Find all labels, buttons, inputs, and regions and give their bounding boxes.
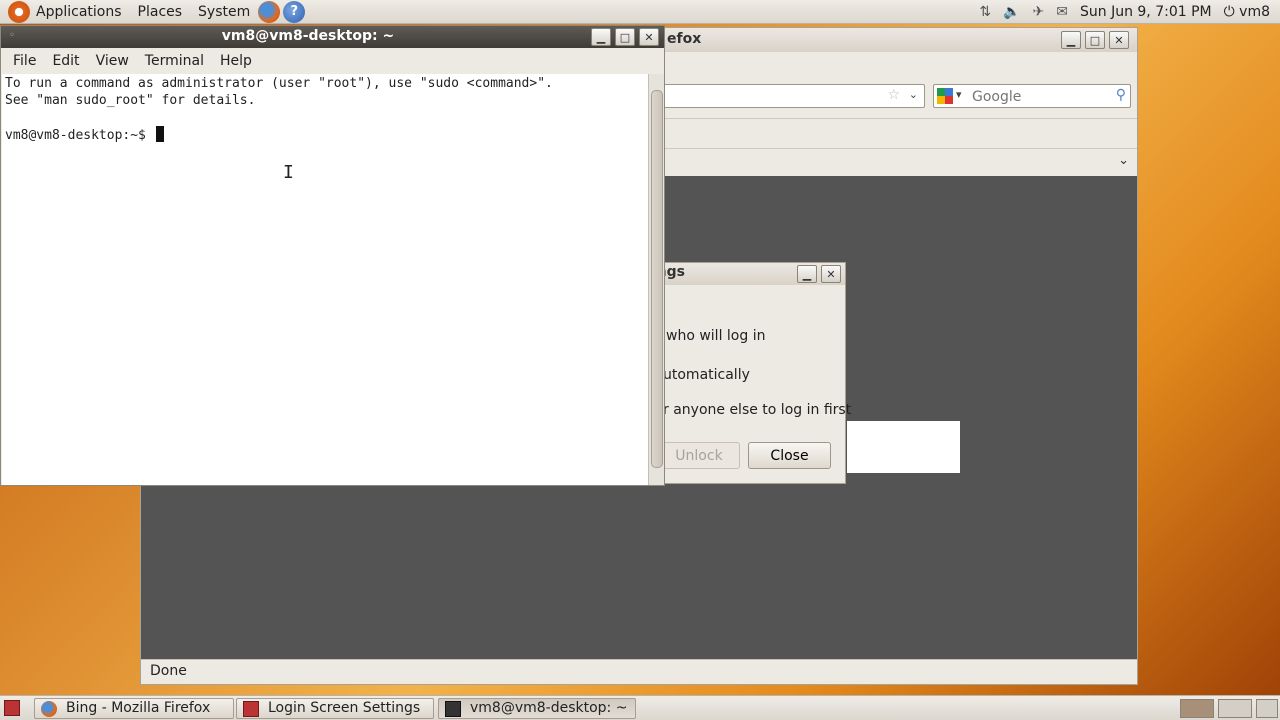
taskbar-item-label: Bing - Mozilla Firefox — [66, 700, 211, 716]
taskbar-item-terminal[interactable]: vm8@vm8-desktop: ~ — [438, 698, 636, 719]
terminal-line: To run a command as administrator (user … — [5, 76, 553, 91]
terminal-line: See "man sudo_root" for details. — [5, 93, 256, 108]
close-button[interactable]: ✕ — [639, 28, 659, 46]
terminal-prompt-line: vm8@vm8-desktop:~$ — [5, 126, 645, 144]
terminal-scrollbar[interactable] — [648, 74, 664, 485]
terminal-title: vm8@vm8-desktop: ~ — [221, 28, 395, 44]
dialog-option-wait[interactable]: r anyone else to log in first — [663, 402, 851, 418]
minimize-button[interactable]: ▁ — [1061, 31, 1081, 49]
taskbar-item-label: Login Screen Settings — [268, 700, 421, 716]
close-button[interactable]: ✕ — [821, 265, 841, 283]
bottom-panel: Bing - Mozilla Firefox Login Screen Sett… — [0, 695, 1280, 720]
workspace-3[interactable] — [1256, 699, 1278, 718]
system-tray: ⇅ 🔈 ✈ ✉ Sun Jun 9, 7:01 PM ⏻ vm8 — [979, 4, 1280, 20]
terminal-icon — [445, 701, 461, 717]
taskbar-item-login-settings[interactable]: Login Screen Settings — [236, 698, 434, 719]
network-icon[interactable]: ⇅ — [979, 4, 991, 20]
search-engine-icon[interactable] — [937, 88, 953, 104]
dialog-window-controls: ▁ ✕ — [797, 265, 841, 283]
mail-icon[interactable]: ✉ — [1056, 4, 1068, 20]
scrollbar-thumb[interactable] — [651, 90, 663, 468]
menu-places[interactable]: Places — [138, 4, 183, 20]
firefox-window-title: efox — [667, 31, 702, 47]
workspace-1[interactable] — [1180, 699, 1214, 718]
help-icon[interactable]: ? — [283, 0, 306, 23]
dialog-text-login-user: who will log in — [666, 328, 766, 344]
ibeam-cursor-icon: I — [283, 162, 294, 183]
menu-terminal[interactable]: Terminal — [137, 53, 212, 69]
toolbar-divider — [663, 118, 1137, 119]
close-button[interactable]: ✕ — [1109, 31, 1129, 49]
firefox-icon — [41, 701, 57, 717]
url-bar[interactable]: ☆ ⌄ — [663, 84, 925, 108]
top-panel: Applications Places System ? ⇅ 🔈 ✈ ✉ Sun… — [0, 0, 1280, 24]
show-desktop-icon[interactable] — [4, 700, 20, 716]
maximize-button[interactable]: □ — [615, 28, 635, 46]
chevron-down-icon[interactable]: ▾ — [956, 88, 962, 101]
maximize-button[interactable]: □ — [1085, 31, 1105, 49]
login-settings-icon — [243, 701, 259, 717]
chevron-down-icon[interactable]: ⌄ — [909, 88, 918, 101]
terminal-prompt: vm8@vm8-desktop:~$ — [5, 128, 154, 143]
dialog-option-automatic[interactable]: utomatically — [663, 367, 750, 383]
menu-edit[interactable]: Edit — [44, 53, 87, 69]
taskbar-item-label: vm8@vm8-desktop: ~ — [470, 700, 628, 716]
firefox-icon[interactable] — [258, 0, 281, 23]
workspace-2[interactable] — [1218, 699, 1252, 718]
menu-system[interactable]: System — [198, 4, 250, 20]
menu-applications[interactable]: Applications — [36, 4, 122, 20]
minimize-button[interactable]: ▁ — [591, 28, 611, 46]
search-icon[interactable]: ⚲ — [1116, 87, 1126, 103]
terminal-window-controls: ▁ □ ✕ — [591, 28, 659, 46]
status-bar: Done — [141, 659, 1137, 684]
terminal-titlebar[interactable]: ◦ vm8@vm8-desktop: ~ ▁ □ ✕ — [1, 26, 664, 48]
terminal-menubar: File Edit View Terminal Help — [1, 48, 664, 74]
bluetooth-icon[interactable]: ✈ — [1033, 4, 1045, 20]
unlock-button[interactable]: Unlock — [658, 442, 740, 469]
user-menu[interactable]: ⏻ vm8 — [1224, 4, 1270, 20]
volume-icon[interactable]: 🔈 — [1003, 4, 1020, 20]
power-icon: ⏻ — [1223, 3, 1235, 20]
terminal-window: ◦ vm8@vm8-desktop: ~ ▁ □ ✕ File Edit Vie… — [0, 25, 665, 486]
user-name: vm8 — [1239, 3, 1270, 20]
text-cursor — [155, 126, 164, 142]
bookmark-star-icon[interactable]: ☆ — [887, 87, 900, 103]
menu-file[interactable]: File — [5, 53, 44, 69]
search-input[interactable] — [972, 85, 1108, 107]
menu-view[interactable]: View — [88, 53, 137, 69]
taskbar-item-firefox[interactable]: Bing - Mozilla Firefox — [34, 698, 234, 719]
clock[interactable]: Sun Jun 9, 7:01 PM — [1080, 4, 1212, 20]
terminal-output[interactable]: To run a command as administrator (user … — [2, 74, 648, 485]
page-white-box — [847, 421, 960, 473]
search-box: ▾ ⚲ — [933, 84, 1131, 108]
ubuntu-logo-icon[interactable] — [8, 0, 30, 23]
tab-strip: ⌄ — [663, 148, 1137, 176]
minimize-button[interactable]: ▁ — [797, 265, 817, 283]
close-dialog-button[interactable]: Close — [748, 442, 831, 469]
firefox-window-controls: ▁ □ ✕ — [1061, 31, 1129, 49]
chevron-down-icon[interactable]: ⌄ — [1118, 153, 1129, 168]
menu-help[interactable]: Help — [212, 53, 260, 69]
